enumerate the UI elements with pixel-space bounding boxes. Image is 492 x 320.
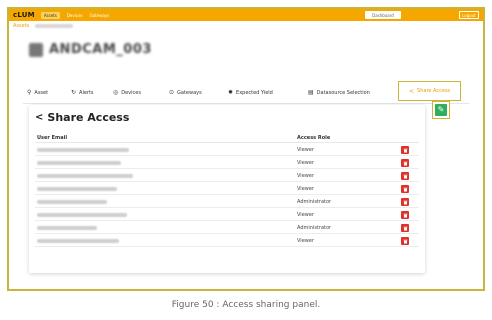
tab-devices-label: Devices xyxy=(121,89,141,96)
access-role: Viewer xyxy=(297,160,314,166)
trash-icon xyxy=(403,161,407,165)
user-email-redacted xyxy=(37,148,129,152)
breadcrumb-current-redacted xyxy=(35,24,74,28)
datasource-icon: ▤ xyxy=(308,89,314,96)
share-icon: < xyxy=(409,87,415,95)
asset-icon xyxy=(29,42,43,57)
tab-expected-yield[interactable]: ✹ Expected Yield xyxy=(228,89,273,96)
delete-button[interactable] xyxy=(401,237,409,245)
breadcrumb: Assets xyxy=(13,23,74,29)
tab-alerts-label: Alerts xyxy=(79,89,94,96)
trash-icon xyxy=(403,213,407,217)
nav-assets[interactable]: Assets xyxy=(40,11,60,19)
tab-datasource-selection[interactable]: ▤ Datasource Selection xyxy=(308,89,370,96)
table-row: Viewer xyxy=(35,157,419,169)
table-row: Viewer xyxy=(35,209,419,221)
user-email-redacted xyxy=(37,174,133,178)
panel-title: < Share Access xyxy=(35,111,129,124)
devices-icon: ◎ xyxy=(113,89,119,96)
user-email-redacted xyxy=(37,161,121,165)
delete-button[interactable] xyxy=(401,159,409,167)
tab-alerts[interactable]: ↻ Alerts xyxy=(71,89,94,96)
tab-asset[interactable]: ⚲ Asset xyxy=(27,89,48,96)
gateways-icon: ⊙ xyxy=(169,89,175,96)
trash-icon xyxy=(403,200,407,204)
tab-gateways[interactable]: ⊙ Gateways xyxy=(169,89,202,96)
user-email-redacted xyxy=(37,213,127,217)
table-row: Viewer xyxy=(35,170,419,182)
access-role: Viewer xyxy=(297,212,314,218)
logout-button[interactable]: Logout xyxy=(459,11,479,19)
pencil-icon: ✎ xyxy=(435,104,447,116)
column-header-role: Access Role xyxy=(297,135,331,141)
tab-expected-yield-label: Expected Yield xyxy=(236,89,273,96)
delete-button[interactable] xyxy=(401,211,409,219)
delete-button[interactable] xyxy=(401,198,409,206)
delete-button[interactable] xyxy=(401,172,409,180)
table-row: Administrator xyxy=(35,196,419,208)
header-divider xyxy=(35,142,419,143)
asset-tabs: ⚲ Asset ↻ Alerts ◎ Devices ⊙ Gateways ✹ … xyxy=(23,81,469,102)
access-role: Viewer xyxy=(297,147,314,153)
nav-gateways[interactable]: Gateways xyxy=(90,13,110,18)
trash-icon xyxy=(403,148,407,152)
access-role: Administrator xyxy=(297,199,332,205)
table-row: Viewer xyxy=(35,183,419,195)
tab-datasource-label: Datasource Selection xyxy=(316,89,370,96)
column-header-email: User Email xyxy=(37,135,68,141)
app-logo: cLUM xyxy=(13,11,35,19)
page-title: ANDCAM_003 xyxy=(49,42,152,57)
delete-button[interactable] xyxy=(401,146,409,154)
user-email-redacted xyxy=(37,226,97,230)
access-role: Viewer xyxy=(297,186,314,192)
user-email-redacted xyxy=(37,187,117,191)
trash-icon xyxy=(403,239,407,243)
alerts-icon: ↻ xyxy=(71,89,77,96)
access-role: Administrator xyxy=(297,225,332,231)
table-row: Viewer xyxy=(35,235,419,247)
delete-button[interactable] xyxy=(401,224,409,232)
trash-icon xyxy=(403,226,407,230)
screenshot-frame: cLUM Assets Devices Gateways Dashboard L… xyxy=(7,7,485,291)
trash-icon xyxy=(403,174,407,178)
sun-icon: ✹ xyxy=(228,89,234,96)
figure-caption: Figure 50 : Access sharing panel. xyxy=(171,300,321,310)
trash-icon xyxy=(403,187,407,191)
tab-devices[interactable]: ◎ Devices xyxy=(113,89,141,96)
asset-icon: ⚲ xyxy=(27,89,32,96)
top-navbar: cLUM Assets Devices Gateways Dashboard L… xyxy=(9,9,483,21)
table-row: Administrator xyxy=(35,222,419,234)
table-row: Viewer xyxy=(35,144,419,156)
share-access-panel: < Share Access User Email Access Role Vi… xyxy=(29,105,425,273)
tab-share-access[interactable]: < Share Access xyxy=(398,81,462,101)
panel-title-text: Share Access xyxy=(47,111,130,124)
tab-share-access-label: Share Access xyxy=(417,88,451,94)
tabs-divider xyxy=(23,103,469,104)
user-email-redacted xyxy=(37,239,119,243)
dashboard-button[interactable]: Dashboard xyxy=(365,11,401,19)
tab-gateways-label: Gateways xyxy=(177,89,202,96)
user-email-redacted xyxy=(37,200,107,204)
access-role: Viewer xyxy=(297,238,314,244)
tab-asset-label: Asset xyxy=(34,89,49,96)
asset-header: ANDCAM_003 xyxy=(29,42,152,57)
nav-devices[interactable]: Devices xyxy=(67,13,83,18)
share-icon: < xyxy=(35,112,44,123)
breadcrumb-assets-link[interactable]: Assets xyxy=(13,23,29,29)
edit-access-button[interactable]: ✎ xyxy=(432,101,450,119)
delete-button[interactable] xyxy=(401,185,409,193)
access-role: Viewer xyxy=(297,173,314,179)
